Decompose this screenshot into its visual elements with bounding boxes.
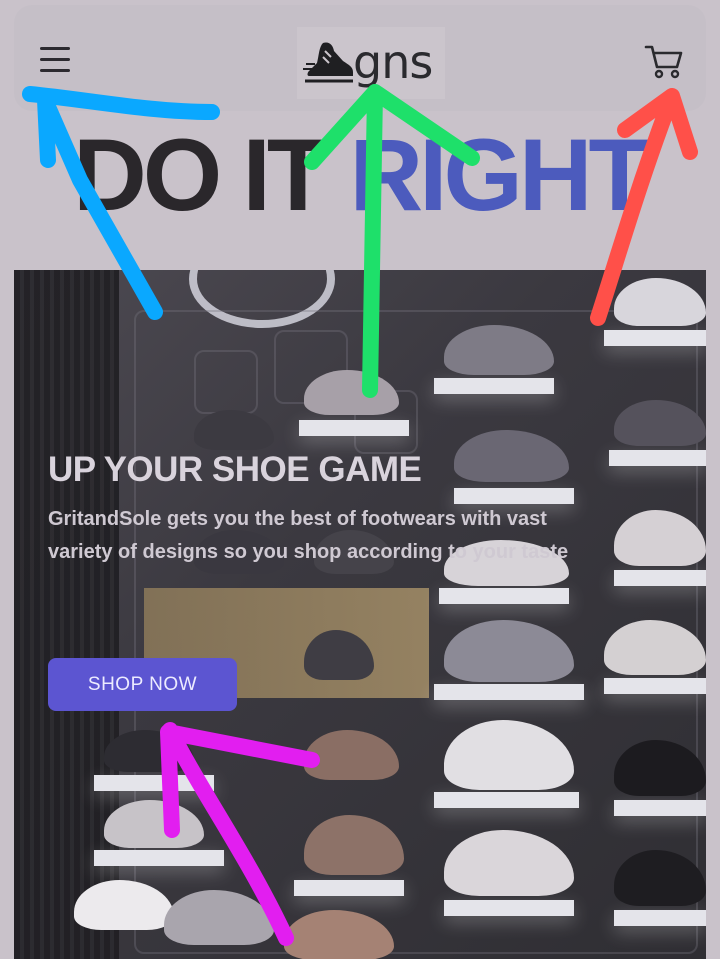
hero-description: GritandSole gets you the best of footwea… [48, 508, 569, 563]
top-navbar: gns [14, 5, 706, 111]
headline-part-dark: DO IT [73, 118, 350, 232]
headline-part-accent: RIGHT [349, 118, 651, 232]
shopping-cart-icon[interactable] [644, 41, 684, 81]
brand-logo[interactable]: gns [297, 27, 445, 99]
brand-logo-text: gns [353, 35, 433, 89]
hamburger-menu-icon[interactable] [38, 43, 72, 77]
running-shoe-icon [303, 42, 353, 83]
shop-now-button[interactable]: SHOP NOW [48, 658, 237, 711]
hero-title: UP YOUR SHOE GAME [48, 450, 422, 489]
page-headline: DO IT RIGHT [0, 118, 720, 232]
hero-banner: UP YOUR SHOE GAME GritandSole gets you t… [14, 270, 706, 959]
